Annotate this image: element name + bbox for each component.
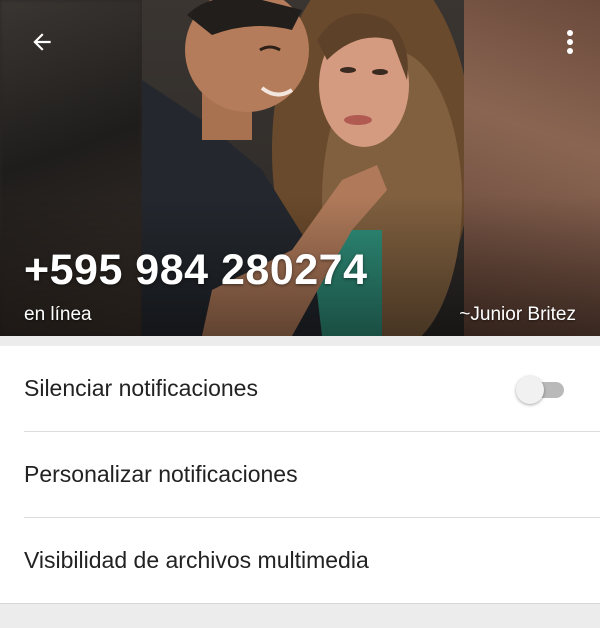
- contact-phone-number: +595 984 280274: [24, 246, 368, 294]
- contact-status: en línea: [24, 304, 92, 325]
- custom-notifications-row[interactable]: Personalizar notificaciones: [0, 432, 600, 517]
- more-options-button[interactable]: [558, 24, 582, 60]
- custom-notifications-label: Personalizar notificaciones: [24, 461, 298, 487]
- profile-header: +595 984 280274 en línea ~Junior Britez: [0, 0, 600, 336]
- contact-push-name: ~Junior Britez: [459, 304, 576, 325]
- bottom-gap: [0, 603, 600, 628]
- media-visibility-row[interactable]: Visibilidad de archivos multimedia: [0, 518, 600, 603]
- section-gap: [0, 336, 600, 346]
- back-button[interactable]: [22, 24, 62, 60]
- mute-notifications-label: Silenciar notificaciones: [24, 375, 258, 401]
- mute-notifications-row[interactable]: Silenciar notificaciones: [0, 346, 600, 431]
- more-vert-icon: [567, 30, 573, 54]
- mute-notifications-toggle[interactable]: [516, 375, 566, 404]
- arrow-left-icon: [33, 33, 51, 51]
- notification-settings-panel: Silenciar notificaciones Personalizar no…: [0, 346, 600, 603]
- toggle-thumb: [516, 375, 544, 404]
- media-visibility-label: Visibilidad de archivos multimedia: [24, 547, 369, 573]
